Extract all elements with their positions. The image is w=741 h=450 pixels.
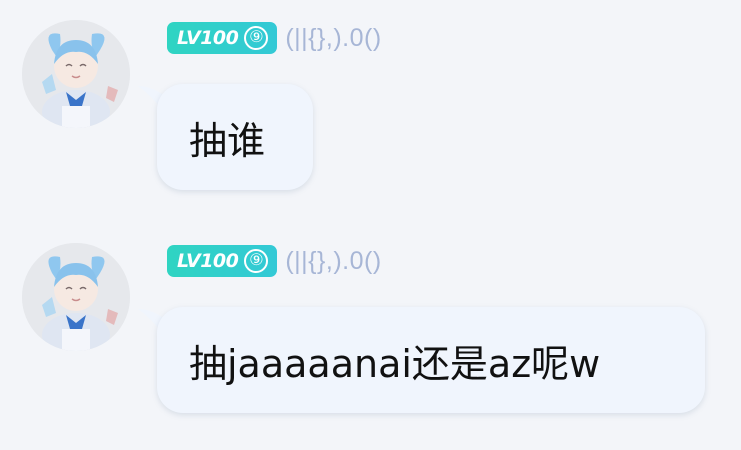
level-label: LV100 (177, 250, 239, 272)
level-badge: LV100 ⑨ (167, 245, 278, 277)
level-label: LV100 (177, 27, 239, 49)
user-avatar[interactable] (22, 243, 130, 351)
message-bubble[interactable]: 抽jaaaaanai还是az呢w (157, 307, 705, 413)
nickname[interactable]: (||{},).0() (285, 247, 381, 276)
message-meta: LV100 ⑨ (||{},).0() (167, 245, 382, 277)
level-badge: LV100 ⑨ (167, 22, 278, 54)
message-1: LV100 ⑨ (||{},).0() 抽谁 (0, 0, 741, 200)
nickname[interactable]: (||{},).0() (285, 24, 381, 53)
message-2: LV100 ⑨ (||{},).0() 抽jaaaaanai还是az呢w (0, 223, 741, 423)
message-meta: LV100 ⑨ (||{},).0() (167, 22, 382, 54)
message-text: 抽jaaaaanai还是az呢w (189, 341, 601, 386)
level-sub-badge: ⑨ (244, 249, 269, 273)
message-bubble[interactable]: 抽谁 (157, 84, 313, 190)
level-sub-badge: ⑨ (244, 26, 269, 50)
message-text: 抽谁 (189, 118, 266, 163)
user-avatar[interactable] (22, 20, 130, 128)
